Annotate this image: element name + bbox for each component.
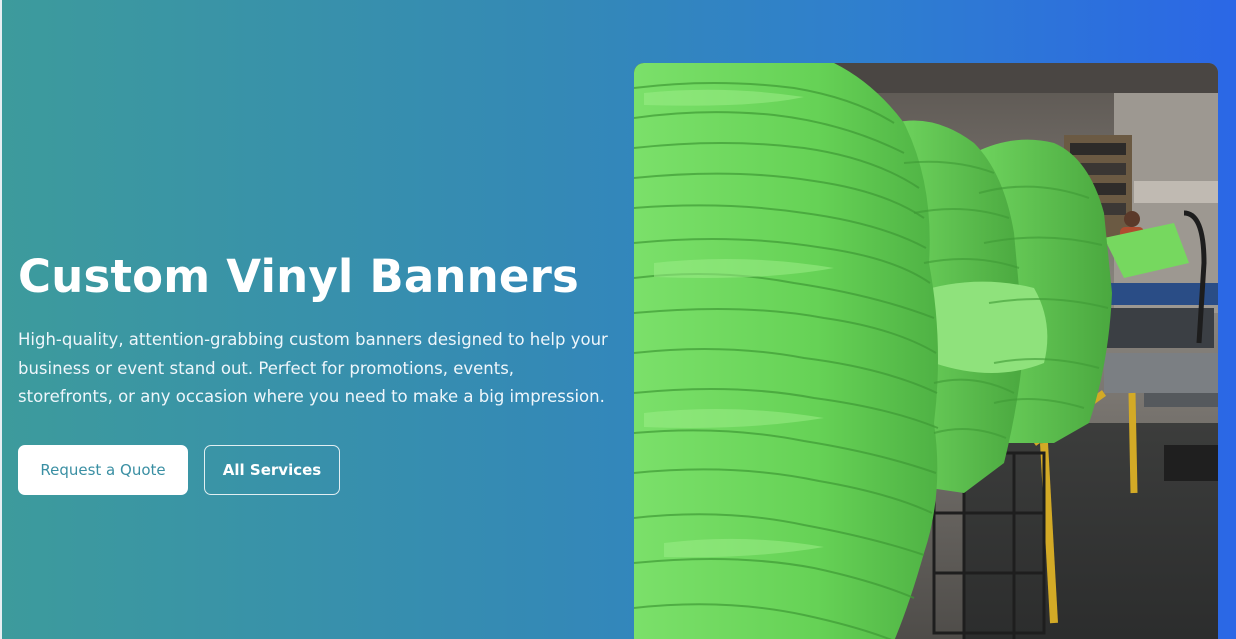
green-shirts-photo: [634, 63, 1218, 639]
hero-photo: [634, 63, 1218, 639]
hero-section: Custom Vinyl Banners High-quality, atten…: [0, 0, 1236, 639]
hero-title: Custom Vinyl Banners: [18, 250, 579, 303]
hero-description: High-quality, attention-grabbing custom …: [18, 330, 608, 406]
request-quote-button[interactable]: Request a Quote: [18, 444, 188, 495]
all-services-button[interactable]: All Services: [204, 444, 340, 495]
hero-buttons: Request a Quote All Services: [18, 444, 618, 495]
hero-text: Custom Vinyl Banners High-quality, atten…: [18, 250, 618, 495]
